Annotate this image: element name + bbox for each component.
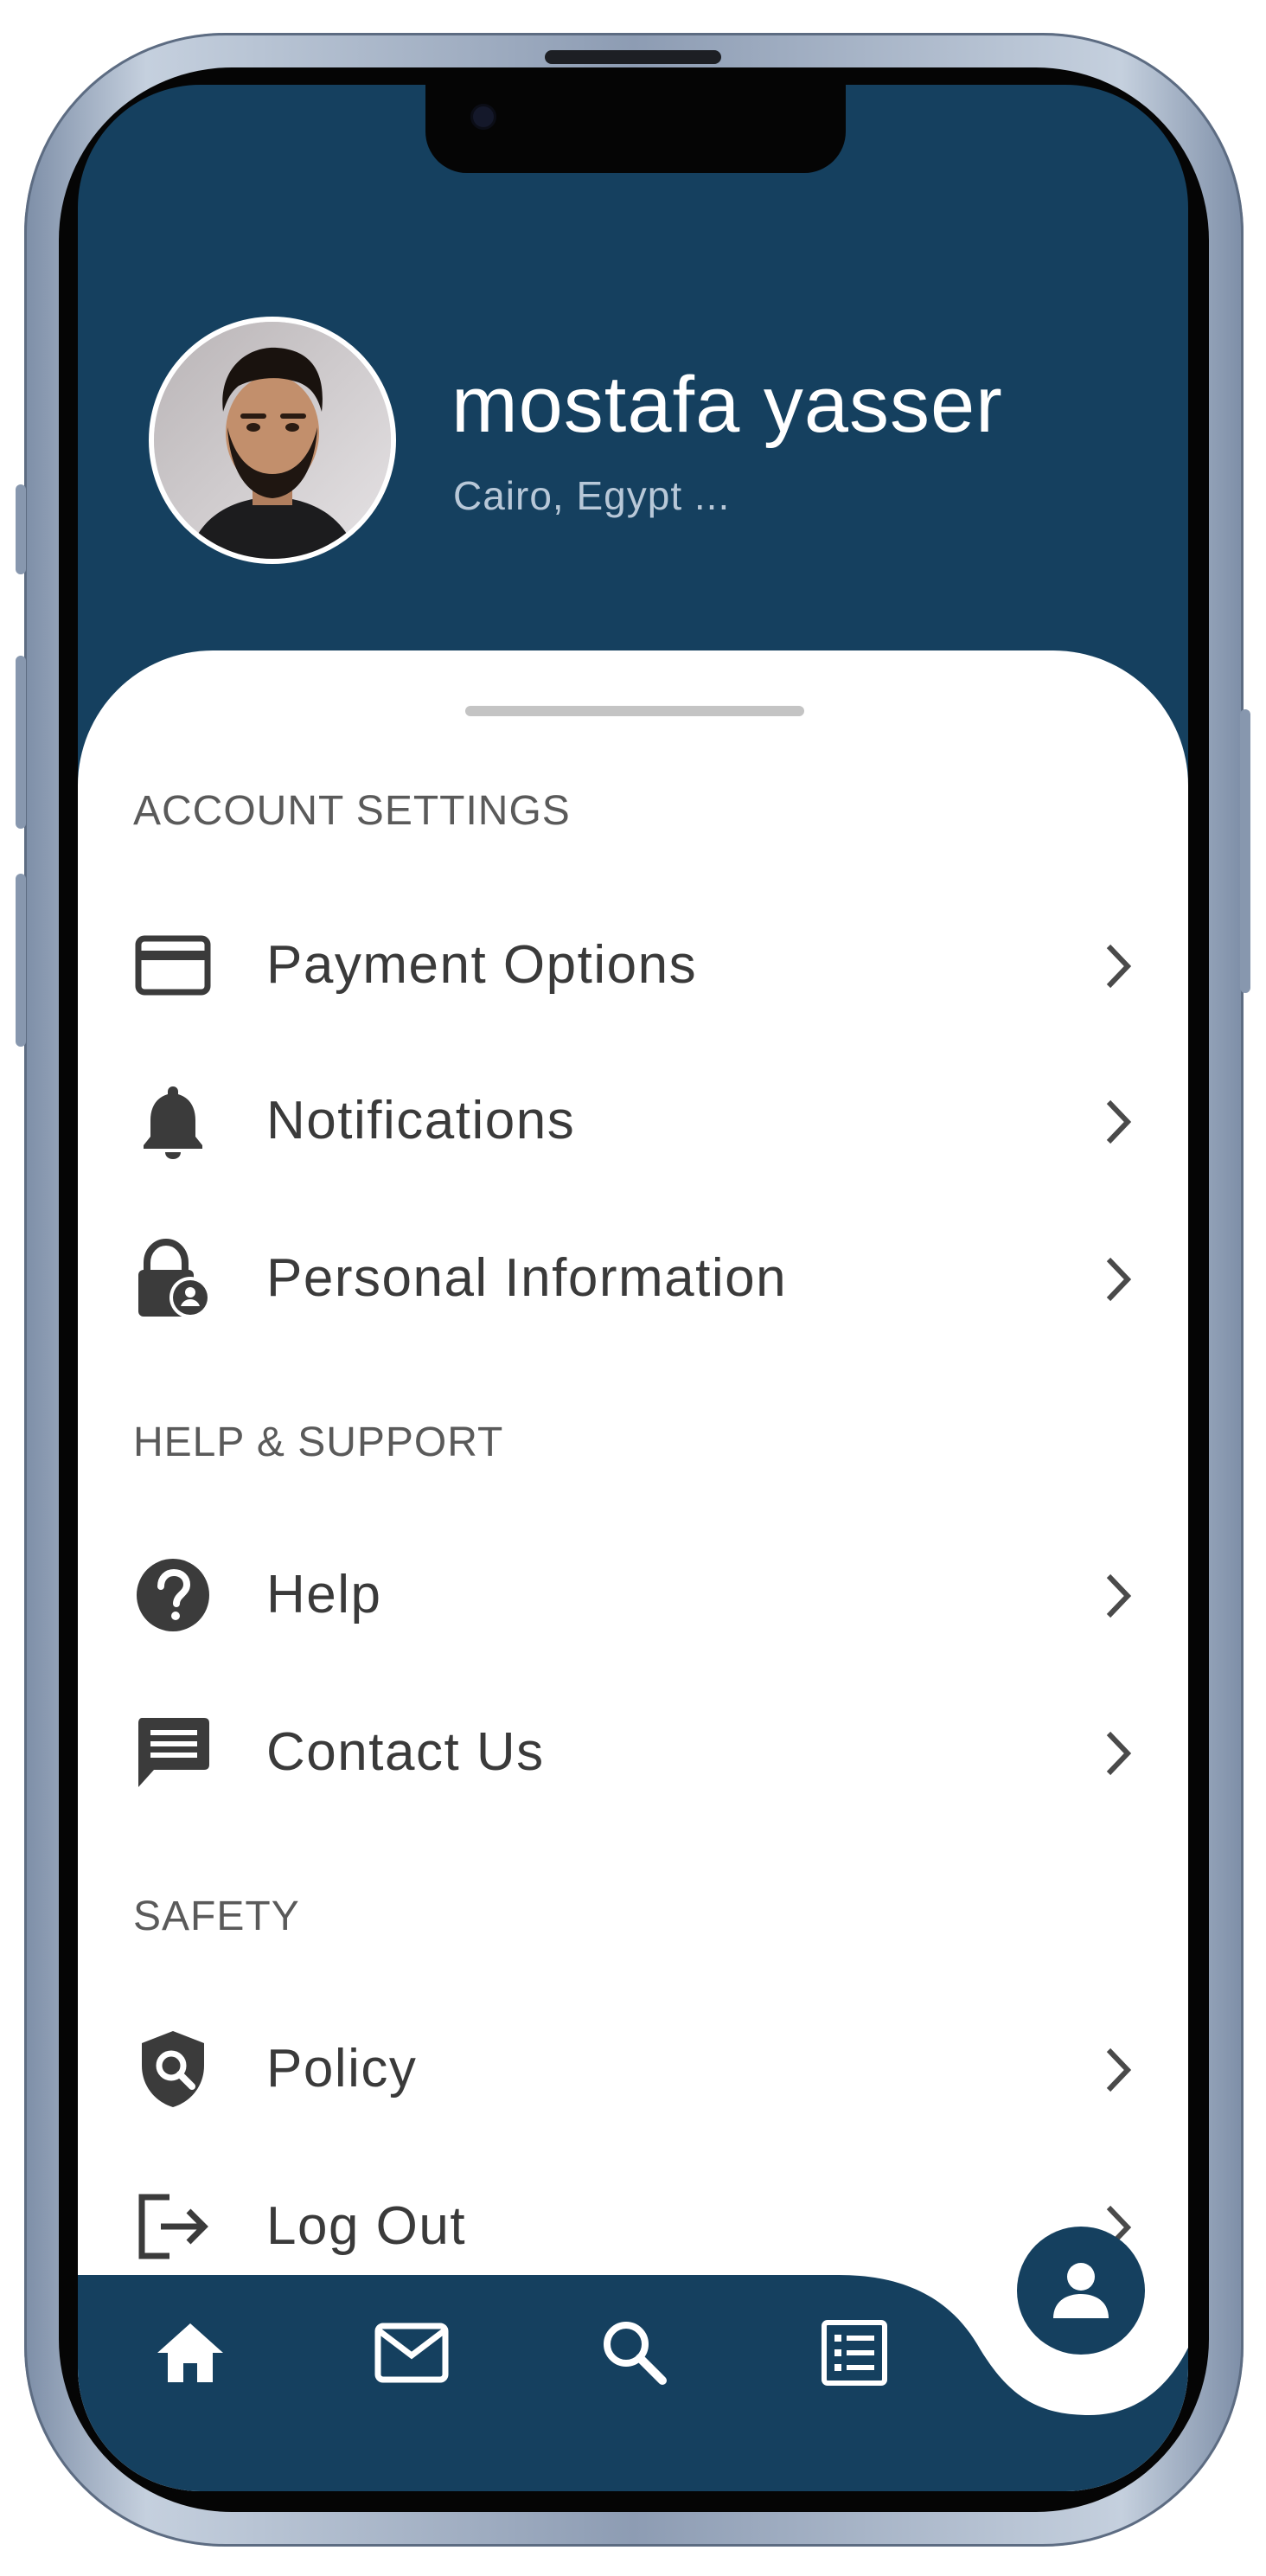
menu-item-policy[interactable]: Policy	[78, 2003, 1188, 2124]
message-icon	[133, 1713, 213, 1792]
logout-icon	[133, 2187, 213, 2266]
chevron-right-icon	[1106, 2047, 1132, 2092]
bell-icon	[133, 1081, 213, 1161]
menu-item-personal-information[interactable]: Personal Information	[78, 1213, 1188, 1334]
menu-item-payment-options[interactable]: Payment Options	[78, 900, 1188, 1021]
chevron-right-icon	[1106, 1257, 1132, 1302]
nav-list-button[interactable]	[811, 2310, 898, 2396]
front-camera	[470, 104, 496, 130]
home-icon	[157, 2323, 223, 2382]
avatar-photo	[154, 322, 391, 559]
section-title-account: ACCOUNT SETTINGS	[133, 788, 571, 834]
credit-card-icon	[133, 926, 213, 1005]
menu-item-label: Contact Us	[266, 1722, 545, 1782]
settings-sheet: ACCOUNT SETTINGS Payment Options Notific…	[78, 650, 1188, 2491]
menu-item-help[interactable]: Help	[78, 1529, 1188, 1650]
notch	[425, 85, 846, 173]
nav-home-button[interactable]	[147, 2310, 233, 2396]
app-screen: mostafa yasser Cairo, Egypt ... ACCOUNT …	[78, 85, 1188, 2491]
chevron-right-icon	[1106, 1099, 1132, 1144]
person-icon	[1053, 2263, 1109, 2318]
chevron-right-icon	[1106, 1731, 1132, 1776]
volume-up-button	[16, 656, 26, 829]
menu-item-label: Log Out	[266, 2196, 467, 2256]
power-button	[1240, 709, 1250, 993]
menu-item-label: Help	[266, 1565, 382, 1624]
list-icon	[822, 2320, 887, 2386]
menu-item-label: Personal Information	[266, 1248, 788, 1308]
nav-mail-button[interactable]	[368, 2310, 455, 2396]
volume-down-button	[16, 874, 26, 1047]
section-title-help: HELP & SUPPORT	[133, 1419, 504, 1465]
chevron-right-icon	[1106, 944, 1132, 989]
menu-item-notifications[interactable]: Notifications	[78, 1055, 1188, 1176]
mail-icon	[374, 2323, 449, 2383]
lock-person-icon	[133, 1239, 213, 1318]
nav-profile-button[interactable]	[1017, 2227, 1145, 2355]
section-title-safety: SAFETY	[133, 1894, 300, 1939]
drag-handle[interactable]	[465, 706, 804, 716]
profile-location: Cairo, Egypt ...	[453, 473, 731, 518]
profile-name: mostafa yasser	[451, 361, 1003, 449]
avatar[interactable]	[149, 317, 396, 564]
menu-item-contact-us[interactable]: Contact Us	[78, 1687, 1188, 1808]
silent-switch	[16, 484, 26, 574]
chevron-right-icon	[1106, 1573, 1132, 1618]
menu-item-label: Policy	[266, 2039, 418, 2099]
nav-search-button[interactable]	[590, 2308, 676, 2394]
menu-item-label: Payment Options	[266, 935, 698, 995]
help-circle-icon	[133, 1555, 213, 1635]
shield-search-icon	[133, 2029, 213, 2109]
speaker-grille	[545, 50, 721, 64]
search-icon	[604, 2322, 667, 2385]
menu-item-label: Notifications	[266, 1091, 576, 1150]
